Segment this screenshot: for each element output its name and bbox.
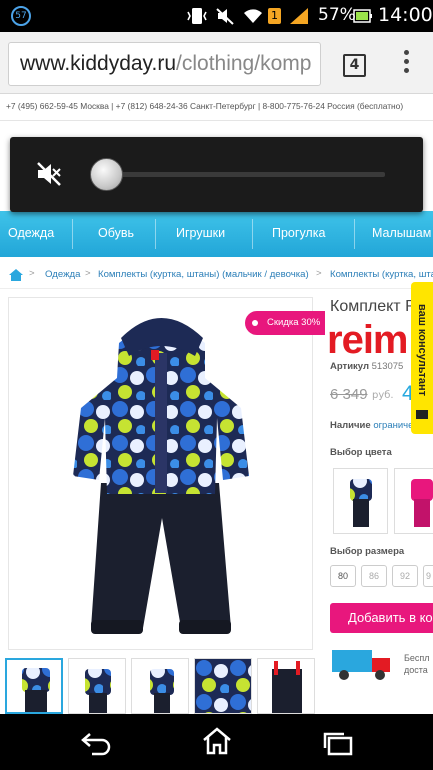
size-option-86[interactable]: 86 [361, 565, 387, 587]
badge-dot [252, 320, 258, 326]
discount-badge: Скидка 30% [245, 311, 325, 335]
clock: 14:00 [378, 4, 433, 26]
muted-speaker-icon[interactable] [34, 159, 64, 193]
thumbnail-3[interactable] [131, 658, 189, 714]
thumbnail-1[interactable] [5, 658, 63, 714]
volume-overlay [10, 137, 423, 212]
availability-row: Наличие ограничен [330, 420, 419, 431]
old-price-currency: руб. [372, 390, 394, 401]
nav-separator [155, 219, 156, 249]
nav-item-clothing[interactable]: Одежда [8, 211, 54, 257]
main-nav: Одежда Обувь Игрушки Прогулка Малышам [0, 211, 433, 257]
contact-phones: +7 (495) 662-59-45 Москва | +7 (812) 648… [6, 101, 404, 111]
add-to-cart-button[interactable]: Добавить в ко [330, 603, 433, 633]
nav-separator [252, 219, 253, 249]
discount-text: Скидка 30% [267, 317, 321, 328]
breadcrumb-sets[interactable]: Комплекты (куртка, штаны) (мальчик / дев… [98, 269, 309, 280]
url-bar[interactable]: www.kiddyday.ru/clothing/komp [8, 42, 321, 86]
delivery-text: Беспл доста [404, 653, 430, 675]
nav-separator [354, 219, 355, 249]
size-option-98[interactable]: 9 [423, 565, 433, 587]
tab-switcher-button[interactable]: 4 [343, 54, 366, 77]
back-icon[interactable] [80, 728, 112, 760]
color-swatch-navy[interactable] [333, 468, 388, 534]
size-option-92[interactable]: 92 [392, 565, 418, 587]
breadcrumb-clothing[interactable]: Одежда [45, 269, 80, 280]
volume-slider-track[interactable] [105, 172, 385, 177]
browser-toolbar: www.kiddyday.ru/clothing/komp 4 [0, 32, 433, 94]
notification-1-icon: 1 [268, 8, 281, 24]
breadcrumb-separator: > [29, 268, 35, 279]
nav-item-toys[interactable]: Игрушки [176, 211, 225, 257]
nav-item-babies[interactable]: Малышам [372, 211, 431, 257]
home-button-icon[interactable] [201, 726, 233, 760]
breadcrumb-separator: > [316, 268, 322, 279]
product-title: Комплект R [330, 298, 417, 315]
divider [0, 288, 433, 289]
consultant-tab[interactable]: ваш консультант [411, 282, 433, 434]
size-label: Выбор размера [330, 546, 405, 557]
old-price: 6 349 [330, 386, 368, 403]
breadcrumb: > Одежда > Комплекты (куртка, штаны) (ма… [0, 266, 433, 286]
home-icon[interactable] [8, 268, 24, 282]
signal-icon [288, 6, 310, 26]
color-swatch-pink[interactable] [394, 468, 433, 534]
thumbnail-2[interactable] [68, 658, 126, 714]
mute-icon [214, 6, 236, 26]
url-host: www.kiddyday.ru [20, 52, 177, 75]
system-nav-bar [0, 714, 433, 770]
breadcrumb-separator: > [85, 268, 91, 279]
browser-menu-icon[interactable] [399, 50, 413, 80]
sku-label: Артикул [330, 361, 369, 372]
battery-icon [352, 6, 374, 26]
size-option-80[interactable]: 80 [330, 565, 356, 587]
battery-percent: 57% [318, 5, 356, 25]
sku-row: Артикул 513075 [330, 361, 403, 372]
recent-apps-icon[interactable] [322, 730, 354, 760]
availability-label: Наличие [330, 420, 371, 431]
sku-value: 513075 [371, 361, 404, 372]
vibrate-icon [186, 6, 208, 26]
brand-logo: reim [327, 318, 408, 362]
color-label: Выбор цвета [330, 447, 392, 458]
url-path: /clothing/komp [176, 52, 312, 75]
consultant-label: ваш консультант [416, 303, 428, 397]
volume-slider-knob[interactable] [90, 158, 123, 191]
envelope-icon [416, 410, 428, 419]
wifi-icon [242, 6, 264, 26]
divider [0, 120, 433, 121]
status-bar: 57 1 57% 14:00 [0, 0, 433, 32]
notification-count-icon: 57 [11, 6, 31, 26]
thumbnail-4[interactable] [194, 658, 252, 714]
nav-item-shoes[interactable]: Обувь [98, 211, 134, 257]
nav-separator [72, 219, 73, 249]
product-main-image[interactable] [8, 297, 313, 650]
snowsuit-illustration [73, 318, 249, 634]
nav-item-walks[interactable]: Прогулка [272, 211, 325, 257]
breadcrumb-current[interactable]: Комплекты (куртка, шта [330, 269, 433, 280]
thumbnail-5[interactable] [257, 658, 315, 714]
delivery-truck-icon [330, 646, 400, 686]
